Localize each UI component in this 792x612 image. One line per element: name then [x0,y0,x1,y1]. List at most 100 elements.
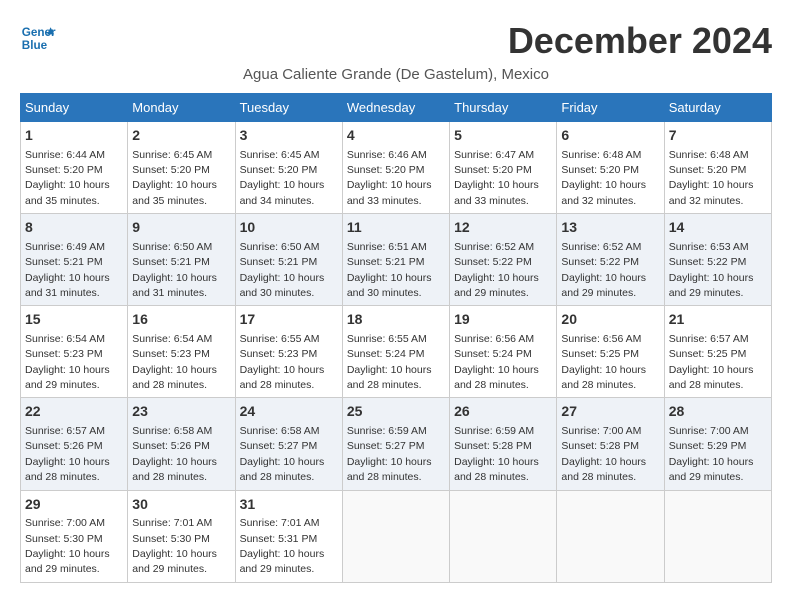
table-row: 4 Sunrise: 6:46 AMSunset: 5:20 PMDayligh… [342,122,449,214]
day-info: Sunrise: 6:47 AMSunset: 5:20 PMDaylight:… [454,149,539,207]
logo: General Blue [20,20,56,56]
table-row: 20 Sunrise: 6:56 AMSunset: 5:25 PMDaylig… [557,306,664,398]
day-number: 13 [561,218,659,238]
day-number: 31 [240,495,338,515]
calendar-week-row: 1 Sunrise: 6:44 AMSunset: 5:20 PMDayligh… [21,122,772,214]
day-info: Sunrise: 7:00 AMSunset: 5:30 PMDaylight:… [25,517,110,575]
day-number: 8 [25,218,123,238]
day-info: Sunrise: 6:50 AMSunset: 5:21 PMDaylight:… [132,241,217,299]
day-number: 20 [561,310,659,330]
day-info: Sunrise: 7:00 AMSunset: 5:29 PMDaylight:… [669,425,754,483]
day-number: 29 [25,495,123,515]
day-info: Sunrise: 6:46 AMSunset: 5:20 PMDaylight:… [347,149,432,207]
table-row: 3 Sunrise: 6:45 AMSunset: 5:20 PMDayligh… [235,122,342,214]
table-row [557,490,664,582]
calendar-week-row: 22 Sunrise: 6:57 AMSunset: 5:26 PMDaylig… [21,398,772,490]
day-info: Sunrise: 6:54 AMSunset: 5:23 PMDaylight:… [25,333,110,391]
table-row [664,490,771,582]
table-row: 28 Sunrise: 7:00 AMSunset: 5:29 PMDaylig… [664,398,771,490]
calendar-header-row: Sunday Monday Tuesday Wednesday Thursday… [21,94,772,122]
table-row: 21 Sunrise: 6:57 AMSunset: 5:25 PMDaylig… [664,306,771,398]
table-row [342,490,449,582]
day-number: 3 [240,126,338,146]
page-header: General Blue December 2024 [20,20,772,62]
day-number: 6 [561,126,659,146]
day-info: Sunrise: 6:49 AMSunset: 5:21 PMDaylight:… [25,241,110,299]
day-number: 9 [132,218,230,238]
day-number: 22 [25,402,123,422]
col-tuesday: Tuesday [235,94,342,122]
day-number: 14 [669,218,767,238]
day-number: 15 [25,310,123,330]
day-number: 16 [132,310,230,330]
day-number: 21 [669,310,767,330]
col-thursday: Thursday [450,94,557,122]
table-row: 19 Sunrise: 6:56 AMSunset: 5:24 PMDaylig… [450,306,557,398]
table-row: 5 Sunrise: 6:47 AMSunset: 5:20 PMDayligh… [450,122,557,214]
subtitle: Agua Caliente Grande (De Gastelum), Mexi… [20,66,772,83]
table-row: 31 Sunrise: 7:01 AMSunset: 5:31 PMDaylig… [235,490,342,582]
day-number: 17 [240,310,338,330]
table-row: 25 Sunrise: 6:59 AMSunset: 5:27 PMDaylig… [342,398,449,490]
table-row: 17 Sunrise: 6:55 AMSunset: 5:23 PMDaylig… [235,306,342,398]
day-info: Sunrise: 6:45 AMSunset: 5:20 PMDaylight:… [132,149,217,207]
table-row: 18 Sunrise: 6:55 AMSunset: 5:24 PMDaylig… [342,306,449,398]
calendar-week-row: 29 Sunrise: 7:00 AMSunset: 5:30 PMDaylig… [21,490,772,582]
day-info: Sunrise: 6:45 AMSunset: 5:20 PMDaylight:… [240,149,325,207]
table-row: 8 Sunrise: 6:49 AMSunset: 5:21 PMDayligh… [21,214,128,306]
table-row: 11 Sunrise: 6:51 AMSunset: 5:21 PMDaylig… [342,214,449,306]
day-number: 30 [132,495,230,515]
table-row: 7 Sunrise: 6:48 AMSunset: 5:20 PMDayligh… [664,122,771,214]
calendar-week-row: 8 Sunrise: 6:49 AMSunset: 5:21 PMDayligh… [21,214,772,306]
day-info: Sunrise: 6:55 AMSunset: 5:24 PMDaylight:… [347,333,432,391]
day-number: 25 [347,402,445,422]
day-number: 23 [132,402,230,422]
day-number: 2 [132,126,230,146]
day-info: Sunrise: 6:53 AMSunset: 5:22 PMDaylight:… [669,241,754,299]
day-number: 7 [669,126,767,146]
day-info: Sunrise: 6:56 AMSunset: 5:25 PMDaylight:… [561,333,646,391]
day-info: Sunrise: 6:59 AMSunset: 5:28 PMDaylight:… [454,425,539,483]
day-info: Sunrise: 6:57 AMSunset: 5:26 PMDaylight:… [25,425,110,483]
day-number: 18 [347,310,445,330]
col-monday: Monday [128,94,235,122]
col-wednesday: Wednesday [342,94,449,122]
calendar-table: Sunday Monday Tuesday Wednesday Thursday… [20,93,772,583]
day-number: 26 [454,402,552,422]
table-row: 26 Sunrise: 6:59 AMSunset: 5:28 PMDaylig… [450,398,557,490]
table-row: 30 Sunrise: 7:01 AMSunset: 5:30 PMDaylig… [128,490,235,582]
day-info: Sunrise: 7:01 AMSunset: 5:30 PMDaylight:… [132,517,217,575]
table-row: 12 Sunrise: 6:52 AMSunset: 5:22 PMDaylig… [450,214,557,306]
table-row: 2 Sunrise: 6:45 AMSunset: 5:20 PMDayligh… [128,122,235,214]
day-info: Sunrise: 6:57 AMSunset: 5:25 PMDaylight:… [669,333,754,391]
svg-text:Blue: Blue [22,39,48,52]
table-row: 1 Sunrise: 6:44 AMSunset: 5:20 PMDayligh… [21,122,128,214]
calendar-week-row: 15 Sunrise: 6:54 AMSunset: 5:23 PMDaylig… [21,306,772,398]
month-title: December 2024 [508,20,772,62]
table-row: 22 Sunrise: 6:57 AMSunset: 5:26 PMDaylig… [21,398,128,490]
table-row: 23 Sunrise: 6:58 AMSunset: 5:26 PMDaylig… [128,398,235,490]
table-row: 24 Sunrise: 6:58 AMSunset: 5:27 PMDaylig… [235,398,342,490]
day-number: 10 [240,218,338,238]
day-number: 1 [25,126,123,146]
day-info: Sunrise: 6:51 AMSunset: 5:21 PMDaylight:… [347,241,432,299]
col-friday: Friday [557,94,664,122]
table-row: 15 Sunrise: 6:54 AMSunset: 5:23 PMDaylig… [21,306,128,398]
table-row: 16 Sunrise: 6:54 AMSunset: 5:23 PMDaylig… [128,306,235,398]
day-number: 4 [347,126,445,146]
table-row: 9 Sunrise: 6:50 AMSunset: 5:21 PMDayligh… [128,214,235,306]
day-info: Sunrise: 6:54 AMSunset: 5:23 PMDaylight:… [132,333,217,391]
col-sunday: Sunday [21,94,128,122]
day-number: 27 [561,402,659,422]
logo-icon: General Blue [20,20,56,56]
day-info: Sunrise: 6:58 AMSunset: 5:26 PMDaylight:… [132,425,217,483]
day-info: Sunrise: 7:01 AMSunset: 5:31 PMDaylight:… [240,517,325,575]
table-row: 14 Sunrise: 6:53 AMSunset: 5:22 PMDaylig… [664,214,771,306]
day-info: Sunrise: 6:55 AMSunset: 5:23 PMDaylight:… [240,333,325,391]
day-info: Sunrise: 6:52 AMSunset: 5:22 PMDaylight:… [454,241,539,299]
day-info: Sunrise: 6:59 AMSunset: 5:27 PMDaylight:… [347,425,432,483]
day-number: 28 [669,402,767,422]
table-row: 29 Sunrise: 7:00 AMSunset: 5:30 PMDaylig… [21,490,128,582]
page-container: General Blue December 2024 Agua Caliente… [20,20,772,583]
day-number: 5 [454,126,552,146]
